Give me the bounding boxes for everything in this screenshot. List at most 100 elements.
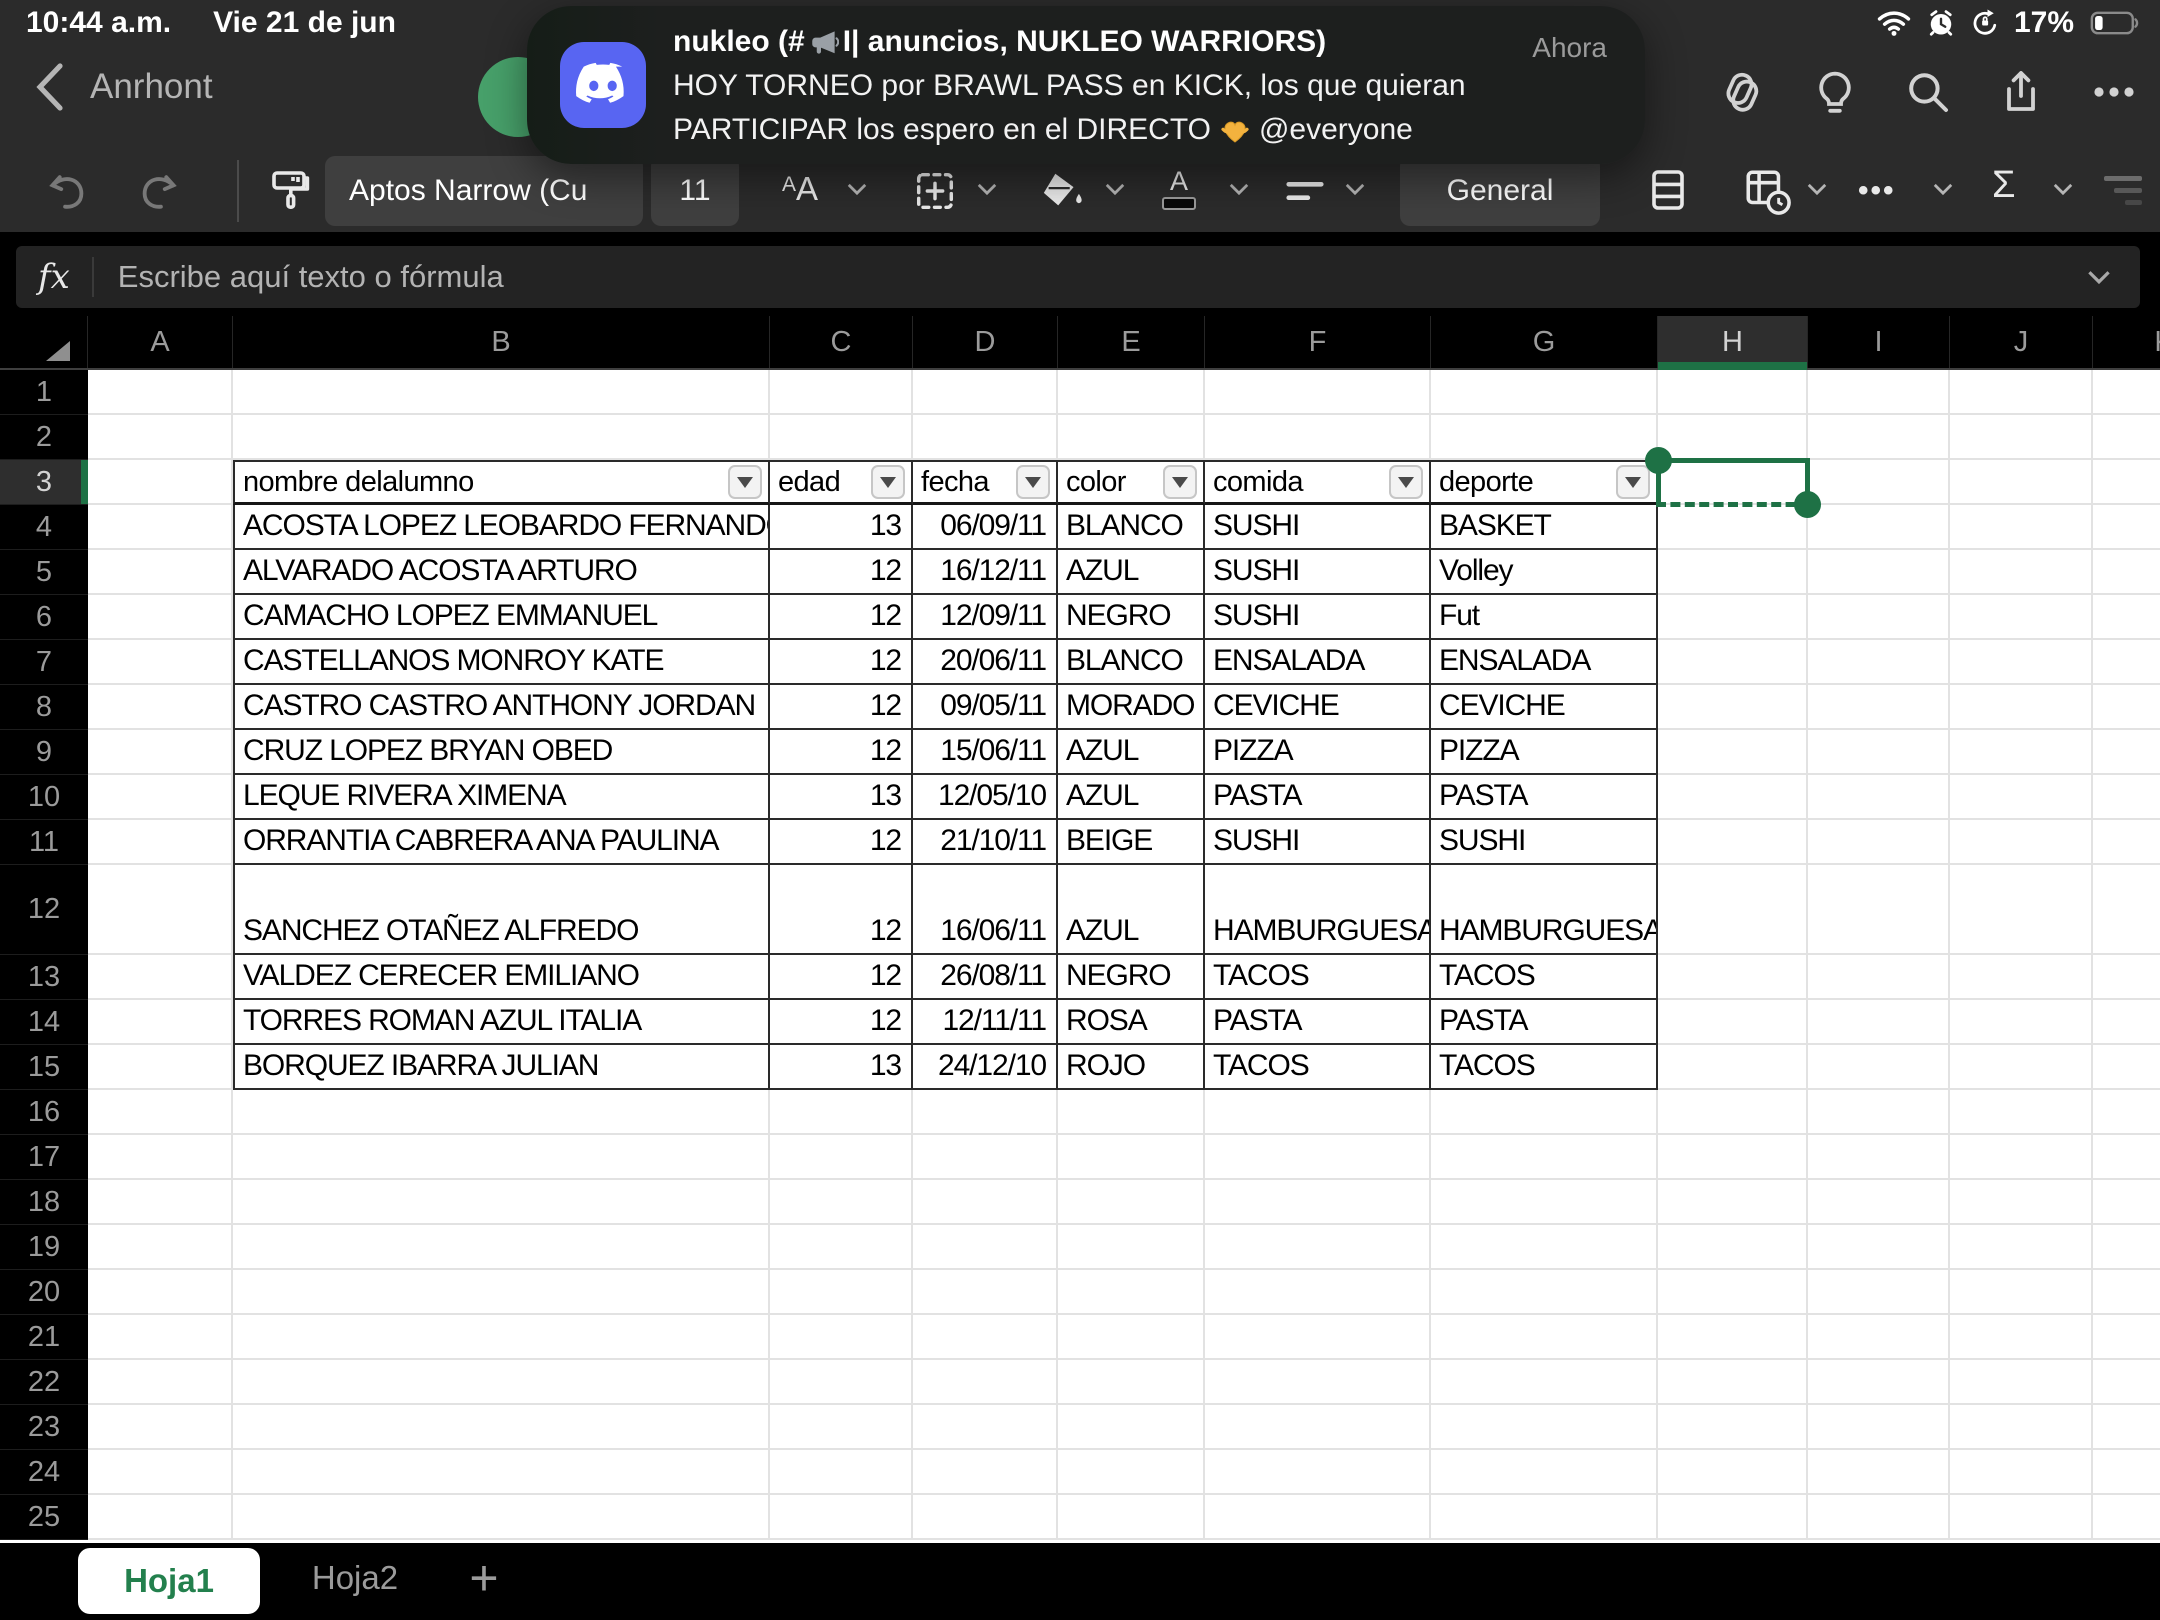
fill-color-chevron-icon[interactable]: [1104, 182, 1126, 196]
cell-K24[interactable]: [2093, 1450, 2160, 1495]
cell-J24[interactable]: [1950, 1450, 2093, 1495]
alignment-icon[interactable]: [1282, 168, 1328, 214]
cell-I6[interactable]: [1808, 595, 1950, 640]
cell-G8[interactable]: CEVICHE: [1431, 685, 1658, 730]
cell-H8[interactable]: [1658, 685, 1808, 730]
cell-C4[interactable]: 13: [770, 505, 913, 550]
cell-K20[interactable]: [2093, 1270, 2160, 1315]
cell-D15[interactable]: 24/12/10: [913, 1045, 1058, 1090]
cell-I1[interactable]: [1808, 370, 1950, 415]
cell-B24[interactable]: [233, 1450, 770, 1495]
cell-H22[interactable]: [1658, 1360, 1808, 1405]
cell-K9[interactable]: [2093, 730, 2160, 775]
cell-I16[interactable]: [1808, 1090, 1950, 1135]
formula-bar-expand-icon[interactable]: [2086, 269, 2140, 285]
cell-C21[interactable]: [770, 1315, 913, 1360]
cell-A7[interactable]: [88, 640, 233, 685]
cell-B16[interactable]: [233, 1090, 770, 1135]
cell-F21[interactable]: [1205, 1315, 1431, 1360]
cell-E4[interactable]: BLANCO: [1058, 505, 1205, 550]
cell-E8[interactable]: MORADO: [1058, 685, 1205, 730]
cell-I20[interactable]: [1808, 1270, 1950, 1315]
more-formatting-chevron-icon[interactable]: [1932, 182, 1954, 196]
row-header-8[interactable]: 8: [0, 685, 88, 730]
cell-G20[interactable]: [1431, 1270, 1658, 1315]
cell-K1[interactable]: [2093, 370, 2160, 415]
cell-F12[interactable]: HAMBURGUESA: [1205, 865, 1431, 955]
column-header-C[interactable]: C: [770, 316, 913, 368]
cell-E10[interactable]: AZUL: [1058, 775, 1205, 820]
cell-B8[interactable]: CASTRO CASTRO ANTHONY JORDAN: [233, 685, 770, 730]
sort-filter-icon[interactable]: [2104, 176, 2142, 205]
more-formatting-button[interactable]: •••: [1858, 174, 1896, 208]
cell-G13[interactable]: TACOS: [1431, 955, 1658, 1000]
cell-F7[interactable]: ENSALADA: [1205, 640, 1431, 685]
cell-H14[interactable]: [1658, 1000, 1808, 1045]
cell-C12[interactable]: 12: [770, 865, 913, 955]
cell-C2[interactable]: [770, 415, 913, 460]
row-header-22[interactable]: 22: [0, 1360, 88, 1405]
cell-F25[interactable]: [1205, 1495, 1431, 1540]
cell-E6[interactable]: NEGRO: [1058, 595, 1205, 640]
cell-F20[interactable]: [1205, 1270, 1431, 1315]
search-icon[interactable]: [1904, 68, 1952, 116]
cell-G15[interactable]: TACOS: [1431, 1045, 1658, 1090]
cell-C3[interactable]: edad: [770, 460, 913, 505]
cell-I21[interactable]: [1808, 1315, 1950, 1360]
cell-H12[interactable]: [1658, 865, 1808, 955]
cell-A16[interactable]: [88, 1090, 233, 1135]
cell-A13[interactable]: [88, 955, 233, 1000]
cell-A4[interactable]: [88, 505, 233, 550]
cell-C23[interactable]: [770, 1405, 913, 1450]
cell-E19[interactable]: [1058, 1225, 1205, 1270]
cell-J13[interactable]: [1950, 955, 2093, 1000]
cell-F17[interactable]: [1205, 1135, 1431, 1180]
selection-handle-top-left[interactable]: [1645, 447, 1672, 474]
cell-E15[interactable]: ROJO: [1058, 1045, 1205, 1090]
cell-A23[interactable]: [88, 1405, 233, 1450]
cell-D19[interactable]: [913, 1225, 1058, 1270]
cell-B3[interactable]: nombre delalumno: [233, 460, 770, 505]
row-header-25[interactable]: 25: [0, 1495, 88, 1540]
cell-E21[interactable]: [1058, 1315, 1205, 1360]
cell-J17[interactable]: [1950, 1135, 2093, 1180]
cell-J8[interactable]: [1950, 685, 2093, 730]
cell-I25[interactable]: [1808, 1495, 1950, 1540]
cell-F8[interactable]: CEVICHE: [1205, 685, 1431, 730]
select-all-corner[interactable]: [0, 316, 88, 368]
cell-H2[interactable]: [1658, 415, 1808, 460]
cell-J4[interactable]: [1950, 505, 2093, 550]
cell-A15[interactable]: [88, 1045, 233, 1090]
cell-I12[interactable]: [1808, 865, 1950, 955]
cell-H10[interactable]: [1658, 775, 1808, 820]
cell-G19[interactable]: [1431, 1225, 1658, 1270]
cell-H6[interactable]: [1658, 595, 1808, 640]
cell-G24[interactable]: [1431, 1450, 1658, 1495]
cell-D16[interactable]: [913, 1090, 1058, 1135]
filter-button[interactable]: [1389, 465, 1423, 499]
cell-E25[interactable]: [1058, 1495, 1205, 1540]
cell-K3[interactable]: [2093, 460, 2160, 505]
cell-D9[interactable]: 15/06/11: [913, 730, 1058, 775]
row-header-10[interactable]: 10: [0, 775, 88, 820]
cell-I15[interactable]: [1808, 1045, 1950, 1090]
cell-C16[interactable]: [770, 1090, 913, 1135]
cell-E16[interactable]: [1058, 1090, 1205, 1135]
cell-B9[interactable]: CRUZ LOPEZ BRYAN OBED: [233, 730, 770, 775]
row-header-1[interactable]: 1: [0, 370, 88, 415]
cell-K16[interactable]: [2093, 1090, 2160, 1135]
cell-C24[interactable]: [770, 1450, 913, 1495]
cell-G9[interactable]: PIZZA: [1431, 730, 1658, 775]
cell-G4[interactable]: BASKET: [1431, 505, 1658, 550]
cell-J25[interactable]: [1950, 1495, 2093, 1540]
cell-G12[interactable]: HAMBURGUESA: [1431, 865, 1658, 955]
row-header-12[interactable]: 12: [0, 865, 88, 955]
cell-A3[interactable]: [88, 460, 233, 505]
redo-button[interactable]: [136, 168, 182, 214]
cell-F10[interactable]: PASTA: [1205, 775, 1431, 820]
cell-B21[interactable]: [233, 1315, 770, 1360]
cell-C6[interactable]: 12: [770, 595, 913, 640]
cell-G5[interactable]: Volley: [1431, 550, 1658, 595]
cell-B19[interactable]: [233, 1225, 770, 1270]
cell-J15[interactable]: [1950, 1045, 2093, 1090]
